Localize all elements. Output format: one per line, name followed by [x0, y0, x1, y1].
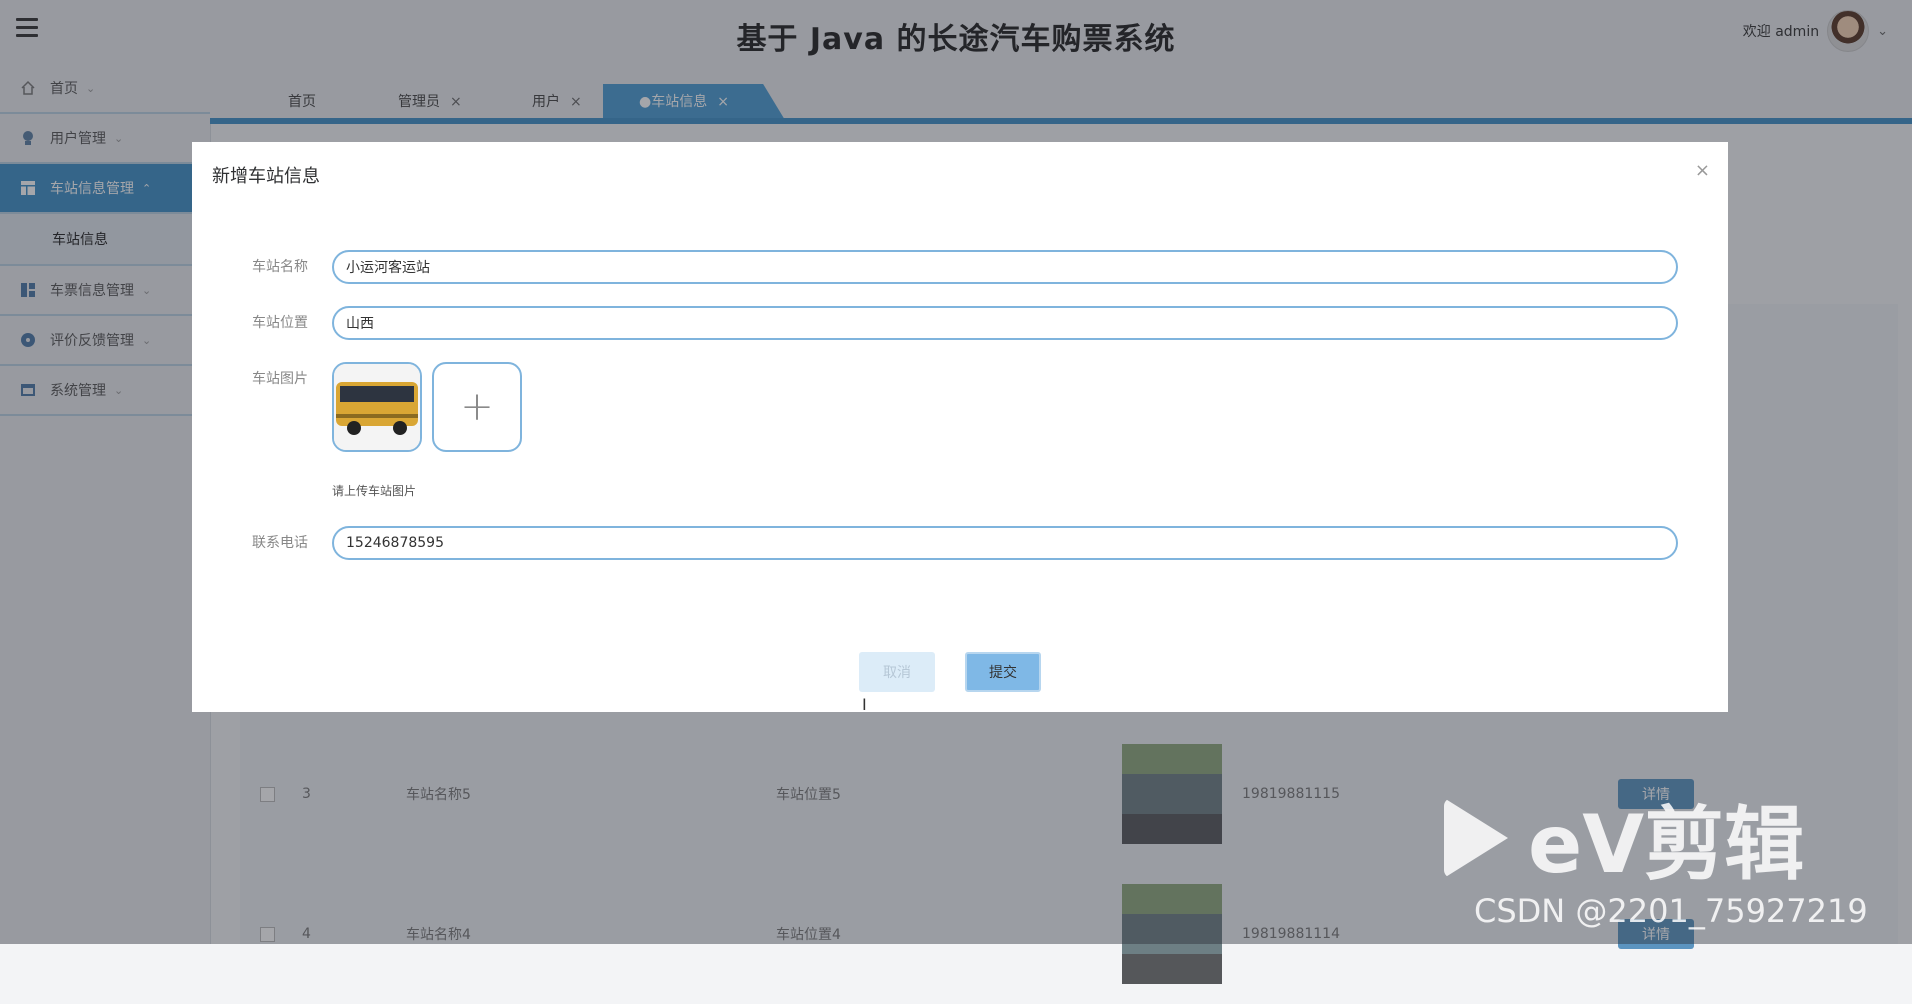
- submit-button[interactable]: 提交: [965, 652, 1041, 692]
- text-cursor-icon: I: [862, 695, 867, 714]
- station-location-input[interactable]: [332, 306, 1678, 340]
- watermark-brand: eV剪辑: [1528, 798, 1805, 891]
- plus-icon: +: [460, 384, 494, 430]
- dialog-title: 新增车站信息: [212, 166, 320, 187]
- phone-input[interactable]: [332, 526, 1678, 560]
- station-name-input[interactable]: [332, 250, 1678, 284]
- add-station-dialog: 新增车站信息 × 车站名称 车站位置 车站图片 + 请上传车站图片 联系电话: [192, 142, 1728, 714]
- station-location-label: 车站位置: [252, 315, 308, 331]
- phone-label: 联系电话: [252, 535, 308, 551]
- station-image-label: 车站图片: [252, 371, 308, 387]
- upload-hint: 请上传车站图片: [332, 484, 417, 498]
- video-watermark: eV剪辑: [1444, 780, 1804, 896]
- play-icon: [1444, 798, 1508, 878]
- cancel-button[interactable]: 取消: [859, 652, 935, 692]
- uploaded-bus-image[interactable]: [332, 362, 422, 452]
- add-image-button[interactable]: +: [432, 362, 522, 452]
- bus-image: [334, 364, 420, 450]
- close-icon[interactable]: ×: [1695, 160, 1710, 181]
- csdn-watermark: CSDN @2201_75927219: [1474, 892, 1868, 930]
- station-name-label: 车站名称: [252, 259, 308, 275]
